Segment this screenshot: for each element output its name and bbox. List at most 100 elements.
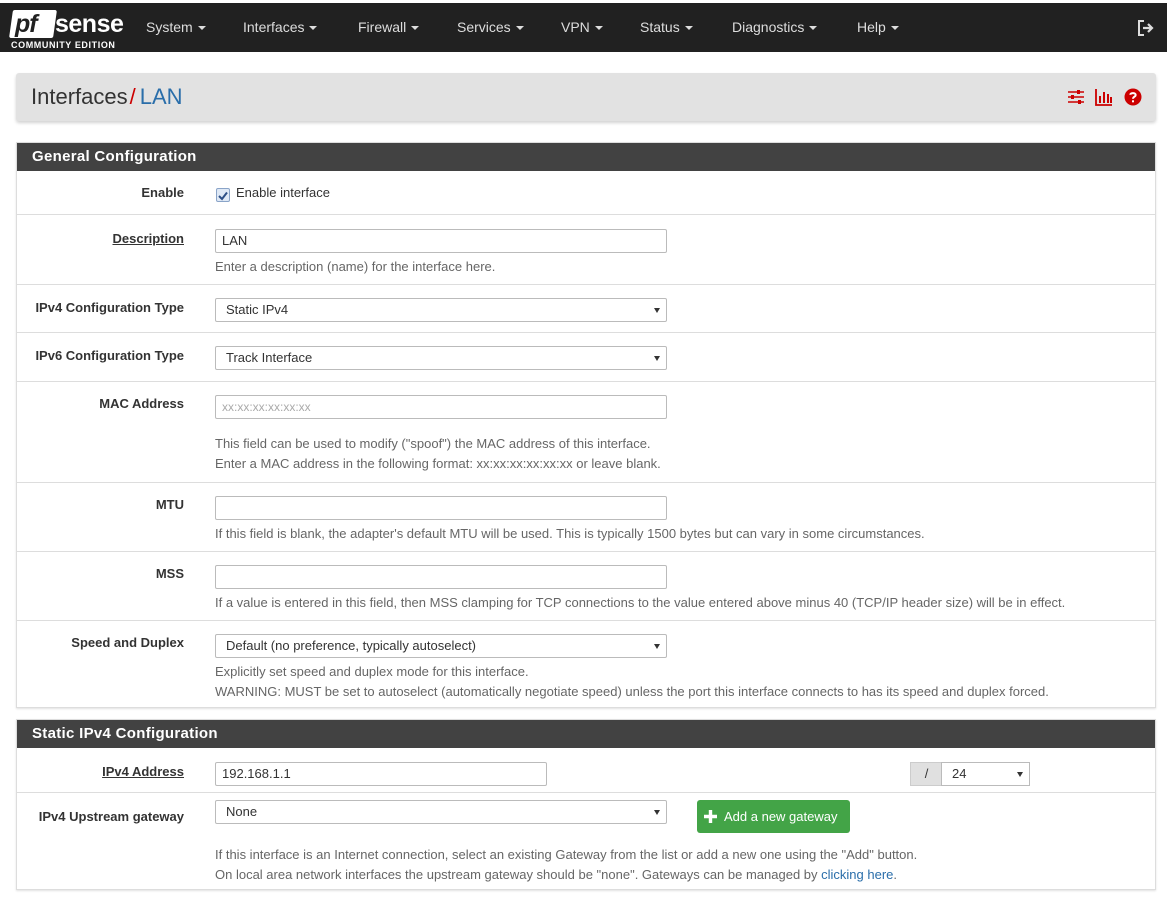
ipv4-gateway-help-1: If this interface is an Internet connect… [215, 847, 918, 862]
select-arrow-icon [654, 308, 660, 313]
cidr-mask-select[interactable]: 24 [941, 762, 1030, 786]
chevron-down-icon [309, 26, 318, 31]
description-input[interactable]: LAN [215, 229, 667, 253]
nav-help[interactable]: Help [857, 3, 899, 55]
ipv4-gateway-select[interactable]: None [215, 800, 667, 824]
breadcrumb-current[interactable]: LAN [140, 84, 183, 109]
chevron-down-icon [890, 26, 899, 31]
add-gateway-label: Add a new gateway [724, 809, 838, 824]
top-navbar: pf sense COMMUNITY EDITION System Interf… [0, 0, 1167, 52]
select-arrow-icon [654, 644, 660, 649]
description-label[interactable]: Description [112, 231, 184, 246]
ipv4-gateway-help-2: On local area network interfaces the ups… [215, 865, 897, 885]
help-icon[interactable] [1124, 88, 1142, 106]
mtu-input[interactable] [215, 496, 667, 520]
nav-interfaces-label: Interfaces [243, 19, 305, 35]
ipv6-type-value: Track Interface [226, 350, 313, 365]
panel-title: General Configuration [17, 143, 1155, 171]
logo-pf-box: pf [9, 10, 57, 38]
mac-address-help-2: Enter a MAC address in the following for… [215, 456, 661, 471]
checkmark-icon [218, 191, 228, 201]
speed-duplex-row: Speed and Duplex Default (no preference,… [17, 620, 1155, 708]
ipv4-type-select[interactable]: Static IPv4 [215, 298, 667, 322]
enable-checkbox-label[interactable]: Enable interface [236, 185, 330, 200]
speed-duplex-select[interactable]: Default (no preference, typically autose… [215, 634, 667, 658]
mss-help: If a value is entered in this field, the… [215, 595, 1066, 610]
ipv6-type-select[interactable]: Track Interface [215, 346, 667, 370]
chevron-down-icon [515, 26, 524, 31]
nav-status[interactable]: Status [640, 3, 693, 55]
select-arrow-icon [654, 810, 660, 815]
logout-icon[interactable] [1137, 19, 1155, 37]
nav-firewall[interactable]: Firewall [358, 3, 420, 55]
sliders-icon[interactable] [1067, 88, 1085, 106]
chevron-down-icon [594, 26, 603, 31]
nav-diagnostics-label: Diagnostics [732, 19, 805, 35]
enable-row: Enable Enable interface [17, 171, 1155, 214]
nav-services-label: Services [457, 19, 511, 35]
breadcrumb: Interfaces/LAN [31, 84, 183, 110]
ipv4-gateway-value: None [226, 804, 258, 819]
chevron-down-icon [197, 26, 206, 31]
ipv4-address-input[interactable]: 192.168.1.1 [215, 762, 547, 786]
plus-icon [704, 810, 717, 823]
enable-checkbox[interactable] [216, 188, 230, 202]
nav-diagnostics[interactable]: Diagnostics [732, 3, 818, 55]
ipv6-type-label: IPv6 Configuration Type [35, 348, 184, 363]
pfsense-logo[interactable]: pf sense COMMUNITY EDITION [9, 10, 124, 52]
speed-duplex-help-1: Explicitly set speed and duplex mode for… [215, 664, 529, 679]
mss-label: MSS [155, 566, 184, 581]
chevron-down-icon [684, 26, 693, 31]
nav-vpn[interactable]: VPN [561, 3, 603, 55]
gateways-link[interactable]: clicking here [821, 867, 893, 882]
breadcrumb-section[interactable]: Interfaces [31, 84, 128, 109]
speed-duplex-value: Default (no preference, typically autose… [226, 638, 477, 653]
logo-sense-text: sense [55, 10, 124, 38]
description-row: Description LAN Enter a description (nam… [17, 214, 1155, 284]
ipv6-type-row: IPv6 Configuration Type Track Interface [17, 332, 1155, 381]
mtu-row: MTU If this field is blank, the adapter'… [17, 482, 1155, 551]
logo-pf-text: pf [15, 10, 37, 38]
ipv4-gateway-help-2-suffix: . [893, 867, 898, 882]
page-header: Interfaces/LAN [16, 73, 1156, 121]
nav-firewall-label: Firewall [358, 19, 407, 35]
mac-address-help-1: This field can be used to modify ("spoof… [215, 436, 651, 451]
general-configuration-panel: General Configuration Enable Enable inte… [16, 142, 1156, 708]
ipv4-address-row: IPv4 Address 192.168.1.1 / 24 [17, 748, 1155, 792]
ipv4-address-label[interactable]: IPv4 Address [102, 764, 184, 779]
speed-duplex-label: Speed and Duplex [71, 635, 184, 650]
mss-input[interactable] [215, 565, 667, 589]
bar-chart-icon[interactable] [1095, 88, 1113, 106]
static-ipv4-panel: Static IPv4 Configuration IPv4 Address 1… [16, 719, 1156, 890]
panel-title: Static IPv4 Configuration [17, 720, 1155, 748]
mac-address-row: MAC Address xx:xx:xx:xx:xx:xx This field… [17, 381, 1155, 482]
ipv4-gateway-label: IPv4 Upstream gateway [38, 809, 184, 824]
ipv4-type-label: IPv4 Configuration Type [35, 300, 184, 315]
nav-services[interactable]: Services [457, 3, 524, 55]
ipv4-gateway-row: IPv4 Upstream gateway None Add a new gat… [17, 792, 1155, 889]
logo-edition-text: COMMUNITY EDITION [11, 40, 116, 50]
select-arrow-icon [654, 356, 660, 361]
nav-help-label: Help [857, 19, 886, 35]
mtu-label: MTU [155, 497, 184, 512]
nav-system-label: System [146, 19, 193, 35]
nav-system[interactable]: System [146, 3, 206, 55]
mac-address-input[interactable]: xx:xx:xx:xx:xx:xx [215, 395, 667, 419]
mac-address-label: MAC Address [99, 396, 184, 411]
cidr-mask-value: 24 [952, 766, 967, 781]
chevron-down-icon [809, 26, 818, 31]
enable-label: Enable [141, 185, 184, 200]
mtu-help: If this field is blank, the adapter's de… [215, 526, 925, 541]
ipv4-type-row: IPv4 Configuration Type Static IPv4 [17, 284, 1155, 332]
speed-duplex-help-2: WARNING: MUST be set to autoselect (auto… [215, 684, 1049, 699]
cidr-slash: / [910, 762, 942, 786]
nav-interfaces[interactable]: Interfaces [243, 3, 318, 55]
ipv4-type-value: Static IPv4 [226, 302, 289, 317]
ipv4-gateway-help-2-text: On local area network interfaces the ups… [215, 867, 822, 882]
select-arrow-icon [1017, 772, 1023, 777]
breadcrumb-separator: / [129, 84, 136, 109]
add-gateway-button[interactable]: Add a new gateway [697, 800, 850, 833]
nav-status-label: Status [640, 19, 680, 35]
description-help: Enter a description (name) for the inter… [215, 259, 496, 274]
mss-row: MSS If a value is entered in this field,… [17, 551, 1155, 620]
